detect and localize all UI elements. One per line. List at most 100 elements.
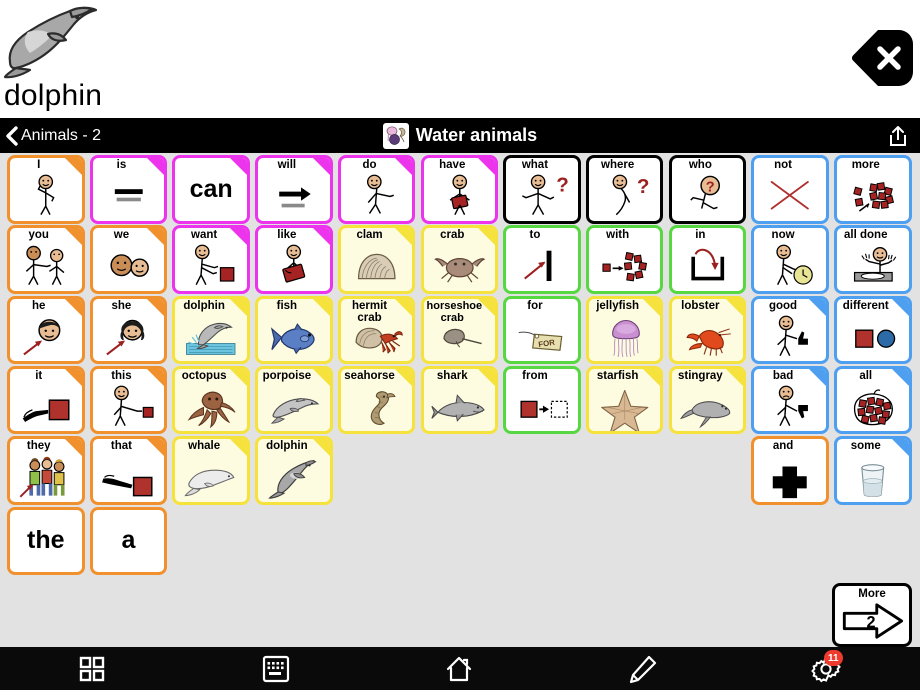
symbol-button-a[interactable]: a <box>89 506 168 575</box>
symbol-button-she[interactable]: she <box>89 295 168 365</box>
symbol-button-octopus[interactable]: octopus <box>172 365 250 435</box>
symbol-button-from[interactable]: from <box>503 365 581 435</box>
symbol-button-horseshoe-crab[interactable]: horseshoe crab <box>420 295 498 365</box>
symbol-button-clam[interactable]: clam <box>337 225 416 294</box>
grid-icon[interactable] <box>62 647 122 690</box>
grid-cell: all <box>834 365 912 435</box>
home-icon[interactable] <box>429 647 489 690</box>
hermit-crab-icon <box>341 312 413 361</box>
person-looking-question-icon: ? <box>589 171 661 220</box>
symbol-button-label: I <box>37 159 41 171</box>
symbol-button-label: is <box>116 159 127 171</box>
symbol-button-what[interactable]: what ? <box>503 155 581 224</box>
symbol-button-label: dolphin <box>266 440 308 453</box>
symbol-button-label: all done <box>844 229 888 242</box>
grid-cell: some <box>834 436 912 505</box>
symbol-button-all-done[interactable]: all done <box>834 225 912 294</box>
symbol-button-it[interactable]: it <box>7 365 85 435</box>
symbol-button-is[interactable]: is <box>89 155 168 224</box>
symbol-button-hermit-crab[interactable]: hermit crab <box>337 295 416 365</box>
grid-cell: more <box>834 155 912 224</box>
symbol-button-whale[interactable]: whale <box>172 436 250 505</box>
close-icon[interactable] <box>850 29 915 87</box>
symbol-button-porpoise[interactable]: porpoise <box>255 365 333 435</box>
more-page-button[interactable]: More 2 <box>832 583 912 647</box>
symbol-button-label: with <box>606 229 630 242</box>
symbol-button-crab[interactable]: crab <box>420 225 498 294</box>
back-button[interactable]: Animals - 2 <box>5 118 101 153</box>
symbol-button-you[interactable]: you <box>7 225 85 294</box>
horseshoe-crab-icon <box>424 312 496 361</box>
symbol-button-for[interactable]: for FOR <box>503 295 581 365</box>
symbol-button-dolphin[interactable]: dolphin <box>172 295 250 365</box>
grid-cell: where ? <box>585 155 664 224</box>
symbol-button-like[interactable]: like <box>255 225 333 294</box>
more-page-count: 2 <box>867 614 876 632</box>
grid-cell: like <box>255 225 333 294</box>
symbol-button-want[interactable]: want <box>172 225 250 294</box>
symbol-button-with[interactable]: with <box>585 225 664 294</box>
symbol-button-some[interactable]: some <box>834 436 912 505</box>
symbol-button-do[interactable]: do <box>337 155 416 224</box>
symbol-button-label: have <box>439 159 466 171</box>
symbol-button-more[interactable]: more <box>834 155 912 224</box>
arrow-right-icon: 2 <box>835 600 909 642</box>
symbol-button-label: in <box>695 229 706 242</box>
symbol-button-where[interactable]: where ? <box>585 155 664 224</box>
gear-icon[interactable]: 11 <box>796 647 856 690</box>
seahorse-icon <box>341 382 413 431</box>
symbol-button-shark[interactable]: shark <box>420 365 498 435</box>
person-thumbs-down-icon <box>754 382 826 431</box>
symbol-button-stingray[interactable]: stingray <box>668 365 747 435</box>
symbol-button-not[interactable]: not <box>751 155 829 224</box>
grid-cell: good <box>751 295 829 365</box>
symbol-button-lobster[interactable]: lobster <box>668 295 747 365</box>
symbol-button-fish[interactable]: fish <box>255 295 333 365</box>
share-icon[interactable] <box>886 124 910 148</box>
grid-cell: from <box>503 365 581 435</box>
message-bar[interactable]: dolphin <box>0 0 920 118</box>
symbol-button-bad[interactable]: bad <box>751 365 829 435</box>
symbol-button-good[interactable]: good <box>751 295 829 365</box>
symbol-button-label: dolphin <box>183 299 225 312</box>
symbol-button-all[interactable]: all <box>834 365 912 435</box>
symbol-button-will[interactable]: will <box>255 155 333 224</box>
symbol-button-they[interactable]: they <box>7 436 85 505</box>
symbol-button-label: fish <box>276 299 298 312</box>
symbol-button-and[interactable]: and <box>751 436 829 505</box>
pencil-icon[interactable] <box>613 647 673 690</box>
svg-text:?: ? <box>705 180 714 196</box>
for-tag-icon: FOR <box>506 312 578 361</box>
symbol-button-the[interactable]: the <box>7 506 85 575</box>
symbol-button-who[interactable]: who ? <box>668 155 747 224</box>
grid-cell: porpoise <box>255 365 333 435</box>
symbol-button-label: and <box>772 440 794 453</box>
symbol-button-I[interactable]: I <box>7 155 85 224</box>
symbol-button-have[interactable]: have <box>420 155 498 224</box>
symbol-button-he[interactable]: he <box>7 295 85 365</box>
aac-communication-board: dolphin Animals - 2 Water animals I is c… <box>0 0 920 690</box>
symbol-button-to[interactable]: to <box>503 225 581 294</box>
symbol-button-different[interactable]: different <box>834 295 912 365</box>
symbol-button-label: clam <box>356 229 383 242</box>
symbol-button-can[interactable]: can <box>172 155 250 224</box>
symbol-button-we[interactable]: we <box>89 225 168 294</box>
square-circle-icon <box>837 312 909 361</box>
stingray-icon <box>672 382 744 431</box>
symbol-button-this[interactable]: this <box>89 365 168 435</box>
symbol-button-label: she <box>111 299 132 312</box>
glass-half-icon <box>837 452 909 501</box>
symbol-button-starfish[interactable]: starfish <box>585 365 664 435</box>
keyboard-icon[interactable] <box>246 647 306 690</box>
symbol-button-in[interactable]: in <box>668 225 747 294</box>
hand-pointing-block-icon <box>10 382 82 431</box>
symbol-button-text: a <box>121 526 136 555</box>
svg-text:?: ? <box>556 174 569 197</box>
symbol-button-now[interactable]: now <box>751 225 829 294</box>
symbol-button-seahorse[interactable]: seahorse <box>337 365 416 435</box>
dolphin-icon <box>258 452 330 501</box>
symbol-button-dolphin[interactable]: dolphin <box>255 436 333 505</box>
symbol-button-jellyfish[interactable]: jellyfish <box>585 295 664 365</box>
porpoise-icon <box>258 382 330 431</box>
symbol-button-that[interactable]: that <box>89 436 168 505</box>
